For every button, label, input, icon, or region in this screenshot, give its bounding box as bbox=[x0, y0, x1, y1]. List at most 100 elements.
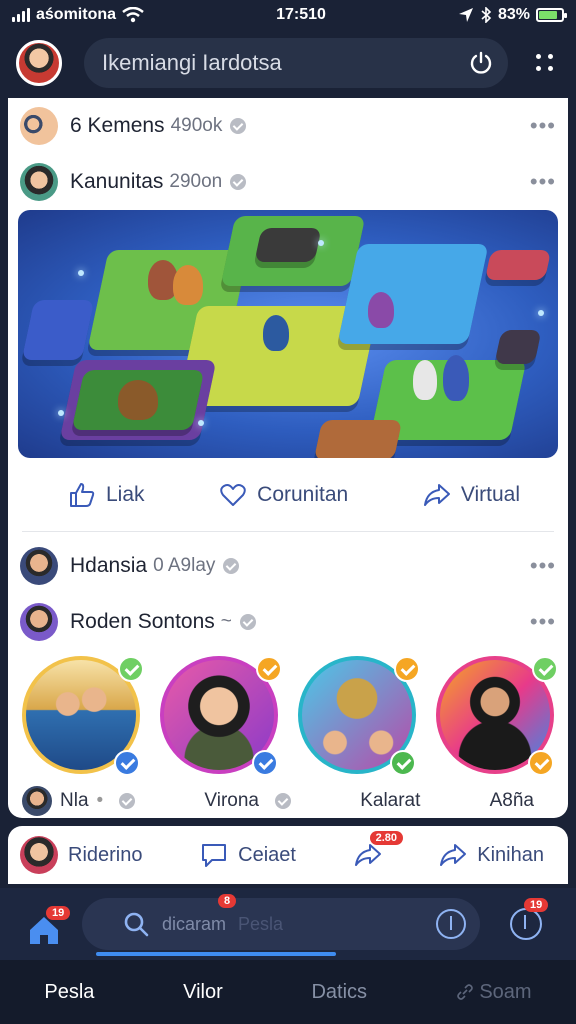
share-count-button[interactable]: 2.80 bbox=[354, 831, 404, 869]
search-input[interactable]: Ikemiangi Iardotsa bbox=[102, 50, 458, 76]
like-label: Liak bbox=[106, 482, 145, 506]
post-image[interactable] bbox=[18, 210, 558, 458]
verified-icon bbox=[230, 174, 247, 190]
comment-icon bbox=[202, 844, 227, 867]
nav-item-soam[interactable]: Soam bbox=[456, 981, 532, 1004]
profile-name: Riderino bbox=[68, 843, 143, 866]
story-item[interactable] bbox=[436, 656, 558, 776]
share-count-badge: 2.80 bbox=[369, 831, 404, 845]
alert-button[interactable]: 19 bbox=[510, 898, 549, 940]
comment-label: Corunitan bbox=[257, 482, 349, 506]
avatar[interactable] bbox=[20, 603, 58, 641]
more-icon[interactable]: ••• bbox=[530, 169, 556, 195]
story-top-badge bbox=[532, 656, 558, 682]
post-author[interactable]: 6 Kemens bbox=[70, 114, 165, 138]
bottom-nav: Pesla Vilor Datics Soam bbox=[0, 960, 576, 1024]
share-button[interactable]: Virtual bbox=[423, 481, 520, 509]
post-header[interactable]: 6 Kemens 490ok ••• bbox=[8, 98, 568, 154]
forward-label: Kinihan bbox=[477, 843, 544, 866]
feed-card: 6 Kemens 490ok ••• Kanunitas 290on ••• L… bbox=[8, 98, 568, 818]
share-icon bbox=[354, 844, 381, 866]
home-badge: 19 bbox=[46, 906, 71, 920]
more-icon[interactable]: ••• bbox=[530, 609, 556, 635]
comment-button[interactable]: Corunitan bbox=[219, 481, 348, 509]
bluetooth-icon bbox=[481, 7, 492, 23]
nav-item-datics[interactable]: Datics bbox=[311, 981, 367, 1004]
story-item[interactable] bbox=[22, 656, 144, 776]
heart-icon bbox=[220, 483, 246, 506]
thumbs-up-icon bbox=[70, 482, 95, 507]
post-actions: Liak Corunitan Virtual bbox=[22, 458, 554, 532]
signal-icon bbox=[12, 8, 30, 22]
battery-icon bbox=[536, 8, 567, 22]
alert-badge: 19 bbox=[524, 898, 549, 912]
tab-bar: 19 dicaram Pesla 8 19 bbox=[0, 888, 576, 960]
post-header[interactable]: Roden Sontons ~ ••• bbox=[8, 594, 568, 650]
more-icon[interactable]: ••• bbox=[530, 553, 556, 579]
more-icon[interactable]: ••• bbox=[530, 113, 556, 139]
bottom-search[interactable]: dicaram Pesla 8 bbox=[82, 894, 480, 956]
wifi-icon bbox=[122, 7, 144, 23]
story-label: A8ña bbox=[489, 790, 534, 811]
verified-icon bbox=[223, 558, 240, 574]
like-button[interactable]: Liak bbox=[68, 481, 145, 509]
story-top-badge bbox=[256, 656, 282, 682]
share-label: Virtual bbox=[460, 482, 520, 506]
post-author[interactable]: Kanunitas bbox=[70, 170, 163, 194]
home-button[interactable]: 19 bbox=[20, 900, 71, 948]
action-strip: Riderino Ceiaet 2.80 Kinihan bbox=[8, 826, 568, 884]
power-icon[interactable] bbox=[468, 50, 494, 76]
post-header[interactable]: Kanunitas 290on ••• bbox=[8, 154, 568, 210]
post-author[interactable]: Hdansia bbox=[70, 554, 147, 578]
search-badge: 8 bbox=[218, 894, 237, 908]
post-author[interactable]: Roden Sontons bbox=[70, 610, 215, 634]
story-label: Nla • bbox=[22, 786, 136, 816]
status-bar: aśomitona 17:510 83% bbox=[0, 0, 576, 30]
post-meta: 290on bbox=[169, 171, 223, 192]
verified-icon bbox=[230, 118, 247, 134]
story-top-badge bbox=[394, 656, 420, 682]
search-text-secondary: Pesla bbox=[238, 913, 284, 934]
story-badge bbox=[528, 750, 554, 776]
profile-link[interactable]: Riderino bbox=[20, 836, 142, 874]
avatar[interactable] bbox=[20, 547, 58, 585]
post-meta: 490ok bbox=[170, 115, 223, 136]
search-icon bbox=[124, 912, 149, 937]
search-text: dicaram bbox=[162, 913, 227, 934]
stories-row bbox=[8, 650, 568, 776]
comment-label: Ceiaet bbox=[238, 843, 296, 866]
clock: 17:510 bbox=[276, 6, 326, 23]
top-header: Ikemiangi Iardotsa bbox=[0, 30, 576, 96]
story-badge bbox=[114, 750, 140, 776]
post-meta: ~ bbox=[220, 611, 232, 632]
story-label: Kalarat bbox=[360, 790, 421, 811]
verified-icon bbox=[239, 614, 256, 630]
battery-percent: 83% bbox=[497, 6, 530, 23]
avatar[interactable] bbox=[20, 163, 58, 201]
info-icon[interactable] bbox=[436, 909, 466, 939]
forward-icon bbox=[440, 844, 467, 866]
avatar bbox=[20, 836, 58, 874]
story-badge bbox=[252, 750, 278, 776]
avatar bbox=[22, 786, 52, 816]
profile-avatar[interactable] bbox=[16, 40, 62, 86]
story-item[interactable] bbox=[160, 656, 282, 776]
post-header[interactable]: Hdansia 0 A9lay ••• bbox=[8, 538, 568, 594]
active-indicator bbox=[96, 952, 336, 956]
story-labels: Nla • Virona Kalarat A8ña bbox=[8, 774, 568, 816]
forward-button[interactable]: Kinihan bbox=[439, 841, 544, 869]
story-item[interactable] bbox=[298, 656, 420, 776]
story-top-badge bbox=[118, 656, 144, 682]
post-meta: 0 A9lay bbox=[153, 555, 216, 576]
nav-item-pesla[interactable]: Pesla bbox=[44, 981, 94, 1004]
menu-dots-icon[interactable] bbox=[530, 48, 560, 78]
avatar[interactable] bbox=[20, 107, 58, 145]
verified-icon bbox=[119, 793, 136, 809]
story-label: Virona bbox=[204, 790, 291, 812]
comment-button[interactable]: Ceiaet bbox=[200, 841, 296, 869]
search-bar[interactable]: Ikemiangi Iardotsa bbox=[84, 38, 508, 88]
dot-icon: • bbox=[96, 790, 104, 811]
location-icon bbox=[458, 8, 473, 22]
share-icon bbox=[423, 483, 450, 506]
nav-item-vilor[interactable]: Vilor bbox=[183, 981, 223, 1004]
